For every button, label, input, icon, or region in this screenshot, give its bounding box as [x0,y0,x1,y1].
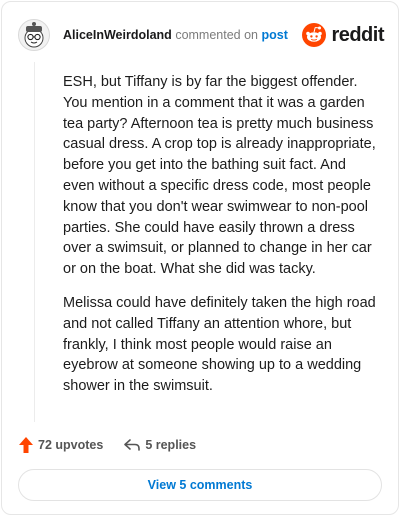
brand-wordmark: reddit [331,23,384,46]
comment-header: AliceInWeirdoland commented on post redd… [18,17,384,53]
comment-card: AliceInWeirdoland commented on post redd… [1,1,399,515]
upvote-button[interactable]: 72 upvotes [18,436,103,454]
thread-line [34,62,35,422]
comment-body: ESH, but Tiffany is by far the biggest o… [63,72,381,410]
byline: AliceInWeirdoland commented on post [63,28,288,42]
username-link[interactable]: AliceInWeirdoland [63,28,172,42]
reply-arrow-icon [124,439,141,451]
reddit-snoo-icon [302,23,327,47]
reddit-logo[interactable]: reddit [302,23,384,47]
upvote-count: 72 upvotes [38,438,104,452]
comment-actions: 72 upvotes 5 replies [18,434,196,456]
view-comments-button[interactable]: View 5 comments [18,469,382,501]
replies-button[interactable]: 5 replies [123,437,196,453]
reply-count: 5 replies [145,438,197,452]
upvote-arrow-icon [19,437,33,453]
comment-paragraph: Melissa could have definitely taken the … [63,294,376,395]
snoo-avatar-icon[interactable] [18,19,50,51]
comment-paragraph: ESH, but Tiffany is by far the biggest o… [63,74,376,278]
byline-action-text: commented on [175,28,258,42]
post-link[interactable]: post [261,28,287,42]
